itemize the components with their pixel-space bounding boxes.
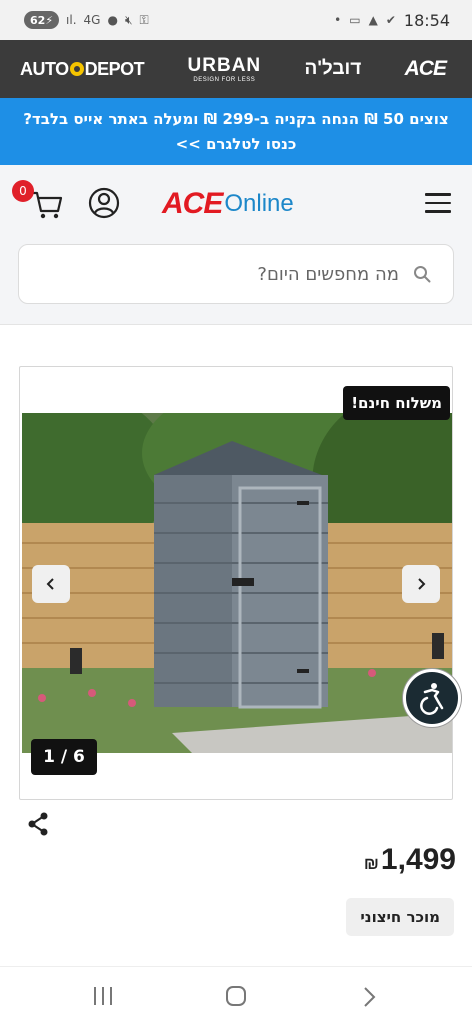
back-button[interactable] [360, 985, 380, 1009]
notification-dot-icon: • [334, 13, 342, 27]
product-gallery: משלוח חינם! 1 / 6 [19, 366, 453, 800]
account-button[interactable] [88, 187, 120, 219]
autodepot-dot-icon [69, 62, 84, 76]
home-button[interactable] [226, 986, 246, 1006]
key-icon: ⚿ [139, 12, 149, 27]
chevron-right-icon [418, 578, 426, 590]
price-value: 1,499 [380, 843, 456, 876]
back-chevron-icon [364, 987, 376, 1007]
network-type-label: 4G [83, 13, 101, 27]
image-counter: 1 / 6 [31, 739, 97, 775]
site-header: 0 ACE Online [0, 165, 472, 243]
gallery-prev-button[interactable] [32, 565, 70, 603]
message-icon: ▭ [349, 13, 361, 27]
promo-line-2: כנסו לטלגרם >> [175, 135, 297, 153]
status-bar: 62 ⚡ ıl. 4G ● 🔇︎ ⚿ • ▭ ▲ ✔ 18:54 [0, 0, 472, 40]
check-icon: ✔ [385, 13, 396, 27]
gallery-next-button[interactable] [402, 565, 440, 603]
brand-urban-link[interactable]: URBAN DESIGN FOR LESS [188, 56, 262, 83]
clock: 18:54 [403, 10, 450, 30]
android-navigation-bar [0, 966, 472, 1024]
battery-indicator: 62 ⚡ [24, 11, 60, 29]
mute-icon: 🔇︎ [124, 12, 133, 27]
brand-autodepot-link[interactable]: AUTO DEPOT [20, 59, 145, 80]
search-input[interactable] [59, 263, 399, 285]
search-box[interactable] [18, 244, 454, 304]
seller-badge: מוכר חיצוני [346, 898, 454, 936]
cart-icon [30, 191, 63, 219]
user-icon [88, 187, 120, 219]
recent-apps-button[interactable] [94, 987, 112, 1005]
product-price: ₪ 1,499 [364, 843, 456, 877]
site-logo[interactable]: ACE Online [162, 187, 294, 221]
location-icon: ● [107, 13, 118, 27]
share-icon [28, 812, 48, 836]
product-image[interactable] [22, 413, 452, 753]
navigation-icon: ▲ [368, 13, 378, 27]
search-area [0, 243, 472, 325]
brand-bar: AUTO DEPOT URBAN DESIGN FOR LESS דובל'ה … [0, 40, 472, 98]
chevron-left-icon [46, 578, 54, 590]
menu-icon [425, 193, 451, 196]
cart-button[interactable] [30, 187, 64, 221]
search-icon[interactable] [413, 265, 431, 283]
free-shipping-badge: משלוח חינם! [343, 386, 450, 420]
brand-ace-link[interactable]: ACE [405, 57, 447, 81]
brand-dubila-link[interactable]: דובל'ה [304, 58, 361, 80]
share-button[interactable] [27, 812, 49, 836]
accessibility-button[interactable] [403, 669, 461, 727]
promo-banner[interactable]: צוצים 50 ₪ הנחה בקניה ב-299 ₪ ומעלה באתר… [0, 98, 472, 165]
signal-icon: ıl. [66, 13, 77, 27]
price-currency: ₪ [363, 854, 379, 873]
promo-line-1: צוצים 50 ₪ הנחה בקניה ב-299 ₪ ומעלה באתר… [23, 110, 449, 128]
cart-count-badge: 0 [12, 180, 34, 202]
menu-button[interactable] [425, 193, 451, 213]
accessibility-icon [420, 683, 444, 715]
